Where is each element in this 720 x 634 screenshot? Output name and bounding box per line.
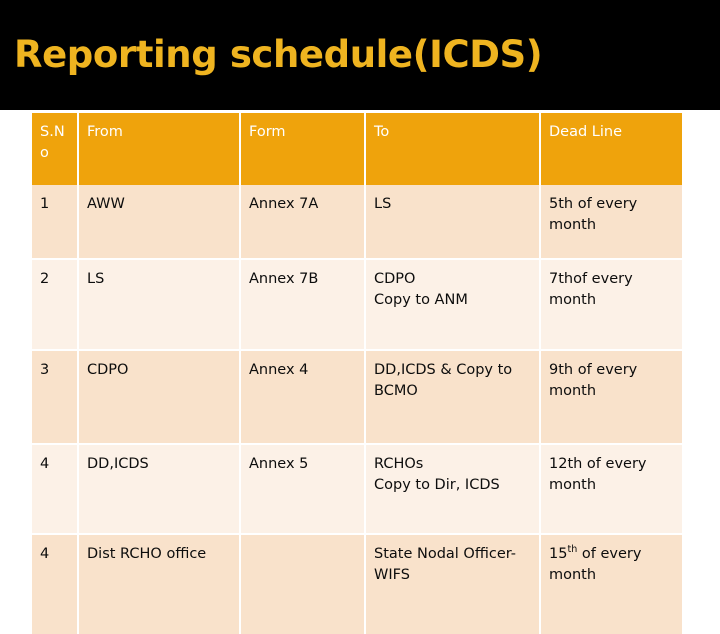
cell-deadline: 12th of every month (540, 444, 682, 535)
cell-from: LS (78, 259, 241, 351)
cell-sno: 3 (32, 350, 79, 445)
cell-sno: 4 (32, 444, 79, 535)
cell-sno: 4 (32, 534, 79, 634)
table-row: 1 AWW Annex 7A LS 5th of every month (32, 185, 682, 260)
cell-sno: 1 (32, 185, 79, 260)
cell-form: Annex 7A (240, 185, 366, 260)
cell-sno: 2 (32, 259, 79, 351)
cell-deadline: 5th of every month (540, 185, 682, 260)
column-header-deadline: Dead Line (540, 113, 682, 185)
table-row: 2 LS Annex 7B CDPO Copy to ANM 7thof ever… (32, 259, 682, 351)
reporting-schedule-table: S.N o From Form To Dead Line 1 AWW Annex… (32, 113, 682, 634)
cell-to: RCHOs Copy to Dir, ICDS (365, 444, 541, 535)
cell-deadline: 9th of every month (540, 350, 682, 445)
cell-deadline: 7thof every month (540, 259, 682, 351)
table-row: 4 DD,ICDS Annex 5 RCHOs Copy to Dir, ICDS… (32, 444, 682, 535)
cell-from: DD,ICDS (78, 444, 241, 535)
slide-root: Reporting schedule(ICDS) S.N o From Form… (0, 0, 720, 634)
column-header-from: From (78, 113, 241, 185)
cell-form: Annex 4 (240, 350, 366, 445)
page-title: Reporting schedule(ICDS) (14, 33, 543, 76)
cell-form: Annex 5 (240, 444, 366, 535)
table-row: 4 Dist RCHO office State Nodal Officer-W… (32, 534, 682, 634)
table-header-row: S.N o From Form To Dead Line (32, 113, 682, 185)
cell-to: CDPO Copy to ANM (365, 259, 541, 351)
cell-from: CDPO (78, 350, 241, 445)
cell-form: Annex 7B (240, 259, 366, 351)
cell-to: LS (365, 185, 541, 260)
table-row: 3 CDPO Annex 4 DD,ICDS & Copy to BCMO 9t… (32, 350, 682, 445)
deadline-ordinal-suffix: th (567, 544, 578, 556)
table-header: S.N o From Form To Dead Line (32, 113, 682, 185)
column-header-form: Form (240, 113, 366, 185)
cell-to: DD,ICDS & Copy to BCMO (365, 350, 541, 445)
cell-deadline: 15th of every month (540, 534, 682, 634)
column-header-sno: S.N o (32, 113, 79, 185)
cell-from: Dist RCHO office (78, 534, 241, 634)
deadline-number: 15 (549, 546, 568, 562)
cell-to: State Nodal Officer-WIFS (365, 534, 541, 634)
column-header-to: To (365, 113, 541, 185)
table-body: 1 AWW Annex 7A LS 5th of every month 2 L… (32, 185, 682, 634)
cell-from: AWW (78, 185, 241, 260)
title-band: Reporting schedule(ICDS) (0, 0, 720, 110)
cell-form (240, 534, 366, 634)
